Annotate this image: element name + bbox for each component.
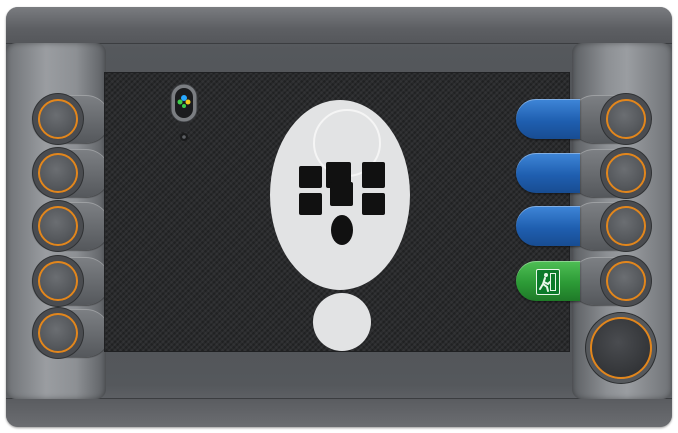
bottom-band — [6, 398, 672, 427]
right-bezel-button-2[interactable] — [606, 153, 646, 193]
emergency-exit-icon — [536, 269, 560, 295]
left-bezel-button-1[interactable] — [38, 99, 78, 139]
left-bezel-button-5[interactable] — [38, 313, 78, 353]
soft-key-2[interactable] — [516, 153, 580, 193]
controller-layout-icon — [268, 100, 418, 360]
right-bezel-button-3[interactable] — [606, 206, 646, 246]
soft-key-1[interactable] — [516, 99, 580, 139]
top-band — [6, 7, 672, 44]
left-bezel-button-2[interactable] — [38, 153, 78, 193]
left-bezel-button-3[interactable] — [38, 206, 78, 246]
right-bezel-button-4[interactable] — [606, 261, 646, 301]
soft-key-3[interactable] — [516, 206, 580, 246]
joystick-status-icon — [168, 82, 200, 144]
rotary-knob[interactable] — [590, 317, 652, 379]
right-bezel-button-1[interactable] — [606, 99, 646, 139]
left-bezel-button-4[interactable] — [38, 261, 78, 301]
exit-key[interactable] — [516, 261, 580, 301]
